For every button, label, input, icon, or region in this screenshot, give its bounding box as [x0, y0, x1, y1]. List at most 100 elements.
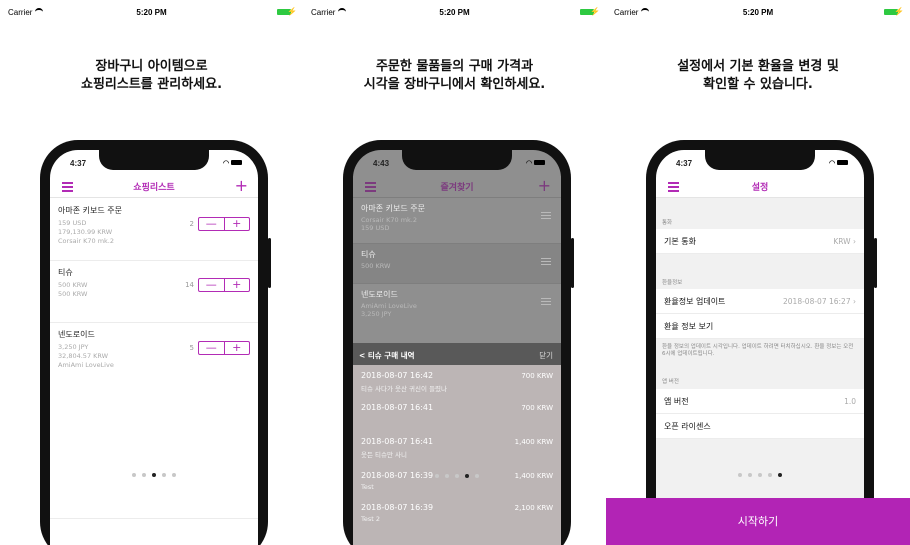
increment-button[interactable]: +: [223, 218, 250, 230]
default-currency-value: KRW: [833, 237, 851, 246]
caption-line-1: 장바구니 아이템으로: [95, 59, 208, 74]
history-row[interactable]: 2018-08-07 16:42 700 KRW 티슈 사다가 웃산 귀신이 들…: [353, 371, 561, 393]
list-item[interactable]: 넨도로이드 AmiAmi LoveLive 3,250 JPY: [353, 284, 561, 332]
item-memo: Corsair K70 mk.2: [361, 216, 417, 224]
history-row[interactable]: 2018-08-07 16:41 1,400 KRW 웃든 티슈만 사니: [353, 437, 561, 459]
back-button[interactable]: < 티슈 구매 내역: [359, 350, 415, 361]
history-memo: Test: [361, 483, 374, 491]
item-memo: AmiAmi LoveLive: [58, 361, 114, 369]
screenshot-panel-settings: Carrier 5:20 PM ⚡ 설정에서 기본 환율을 변경 및 확인할 수…: [606, 0, 910, 545]
caption-line-1: 설정에서 기본 환율을 변경 및: [677, 59, 839, 74]
rate-view-label: 환율 정보 보기: [664, 322, 714, 331]
history-amount: 1,400 KRW: [514, 472, 553, 480]
caption-line-2: 시각을 장바구니에서 확인하세요.: [363, 77, 546, 92]
item-name: 티슈: [361, 250, 376, 259]
list-item[interactable]: 아마존 키보드 주문 Corsair K70 mk.2 159 USD: [353, 198, 561, 244]
nav-title: 쇼핑리스트: [133, 183, 175, 193]
nav-title: 즐겨찾기: [440, 183, 474, 193]
nav-bar: 즐겨찾기 +: [353, 176, 561, 198]
list-item[interactable]: 넨도로이드 3,250 JPY 32,804.57 KRW AmiAmi Lov…: [50, 323, 258, 385]
history-memo: Test 2: [361, 515, 381, 523]
battery-icon: [837, 160, 848, 165]
item-name: 아마존 키보드 주문: [58, 206, 122, 215]
wifi-icon: ◠: [828, 160, 836, 167]
add-item-button[interactable]: +: [235, 176, 248, 195]
phone-status-bar: 4:37 ◠: [70, 159, 242, 171]
close-button[interactable]: 닫기: [539, 350, 553, 361]
status-time: 5:20 PM: [439, 8, 470, 17]
page-indicator[interactable]: [50, 462, 258, 481]
chevron-right-icon: ›: [853, 237, 856, 246]
dimmed-list: 아마존 키보드 주문 Corsair K70 mk.2 159 USD 티슈 5…: [353, 198, 561, 343]
nav-bar: 쇼핑리스트 +: [50, 176, 258, 198]
caption: 주문한 물품들의 구매 가격과 시각을 장바구니에서 확인하세요.: [303, 58, 606, 94]
item-price: 500 KRW: [361, 262, 391, 270]
item-name: 넨도로이드: [58, 330, 95, 339]
phone-status-bar: 4:43 ◠: [373, 159, 545, 171]
list-item[interactable]: 아마존 키보드 주문 159 USD 179,130.99 KRW Corsai…: [50, 199, 258, 261]
item-name: 티슈: [58, 268, 73, 277]
drag-handle-icon[interactable]: [541, 212, 551, 221]
screenshot-panel-purchase-history: Carrier 5:20 PM ⚡ 주문한 물품들의 구매 가격과 시각을 장바…: [303, 0, 606, 545]
list-item[interactable]: 티슈 500 KRW: [353, 244, 561, 284]
phone-status-bar: 4:37 ◠: [676, 159, 848, 171]
start-button[interactable]: 시작하기: [606, 498, 910, 545]
page-indicator[interactable]: [656, 462, 864, 481]
item-price: 3,250 JPY: [361, 310, 392, 318]
rate-update-label: 환율정보 업데이트: [664, 297, 726, 306]
settings-list: 통화 기본 통화 KRW › 환율정보 환율정보 업데이트 2018-08-07…: [656, 198, 864, 545]
caption: 장바구니 아이템으로 쇼핑리스트를 관리하세요.: [0, 58, 303, 94]
rate-update-value: 2018-08-07 16:27: [783, 297, 851, 306]
item-memo: AmiAmi LoveLive: [361, 302, 417, 310]
decrement-button[interactable]: —: [199, 342, 224, 354]
rate-view-row[interactable]: 환율 정보 보기: [656, 314, 864, 339]
phone-frame: 4:37 ◠ 쇼핑리스트 + 아마존 키보드 주문 159 USD 179,13…: [40, 140, 271, 545]
add-item-button[interactable]: +: [538, 176, 551, 195]
history-row[interactable]: 2018-08-07 16:41 700 KRW: [353, 403, 561, 412]
quantity-value: 2: [189, 220, 194, 228]
increment-button[interactable]: +: [223, 342, 250, 354]
history-sheet: 2018-08-07 16:42 700 KRW 티슈 사다가 웃산 귀신이 들…: [353, 365, 561, 545]
history-sheet-header: < 티슈 구매 내역 닫기: [353, 343, 561, 365]
caption-line-1: 주문한 물품들의 구매 가격과: [375, 59, 534, 74]
section-header-version: 앱 버전: [662, 379, 679, 385]
history-row[interactable]: 2018-08-07 16:39 1,400 KRW Test: [353, 471, 561, 491]
rate-note: 환율 정보의 업데이트 시각입니다. 업데이트 하려면 터치하십시오. 환율 정…: [662, 344, 854, 357]
default-currency-row[interactable]: 기본 통화 KRW ›: [656, 229, 864, 254]
license-row[interactable]: 오픈 라이센스: [656, 414, 864, 439]
status-bar: Carrier 5:20 PM ⚡: [6, 6, 297, 20]
history-amount: 700 KRW: [521, 372, 553, 380]
wifi-icon: ◠: [525, 160, 533, 167]
drag-handle-icon[interactable]: [541, 258, 551, 267]
app-version-label: 앱 버전: [664, 397, 689, 406]
decrement-button[interactable]: —: [199, 218, 224, 230]
app-version-value: 1.0: [844, 397, 856, 406]
status-time: 5:20 PM: [136, 8, 167, 17]
phone-frame: 4:37 ◠ 설정 통화 기본 통화 KRW › 환율정보 환율정보 업데이트 …: [646, 140, 877, 545]
phone-screen: 4:37 ◠ 설정 통화 기본 통화 KRW › 환율정보 환율정보 업데이트 …: [656, 150, 864, 545]
history-memo: 웃든 티슈만 사니: [361, 451, 407, 459]
section-header-rate: 환율정보: [662, 280, 683, 286]
decrement-button[interactable]: —: [199, 279, 224, 291]
phone-time: 4:37: [676, 159, 693, 168]
charging-icon: ⚡: [590, 7, 600, 16]
status-time: 5:20 PM: [742, 8, 774, 17]
section-header-currency: 통화: [662, 220, 673, 226]
chevron-right-icon: ›: [853, 297, 856, 306]
quantity-value: 14: [185, 281, 194, 289]
divider: [50, 518, 258, 519]
item-memo: Corsair K70 mk.2: [58, 237, 114, 245]
caption-line-2: 확인할 수 있습니다.: [703, 77, 813, 92]
nav-bar: 설정: [656, 176, 864, 198]
drag-handle-icon[interactable]: [541, 298, 551, 307]
charging-icon: ⚡: [894, 7, 904, 16]
battery-icon: [534, 160, 545, 165]
history-row[interactable]: 2018-08-07 16:39 2,100 KRW Test 2: [353, 503, 561, 523]
item-price: 159 USD: [361, 224, 390, 232]
phone-time: 4:37: [70, 159, 87, 168]
battery-icon: [231, 160, 242, 165]
phone-time: 4:43: [373, 159, 390, 168]
list-item[interactable]: 티슈 500 KRW 500 KRW 14 — +: [50, 261, 258, 323]
increment-button[interactable]: +: [223, 279, 250, 291]
rate-update-row[interactable]: 환율정보 업데이트 2018-08-07 16:27 ›: [656, 289, 864, 314]
